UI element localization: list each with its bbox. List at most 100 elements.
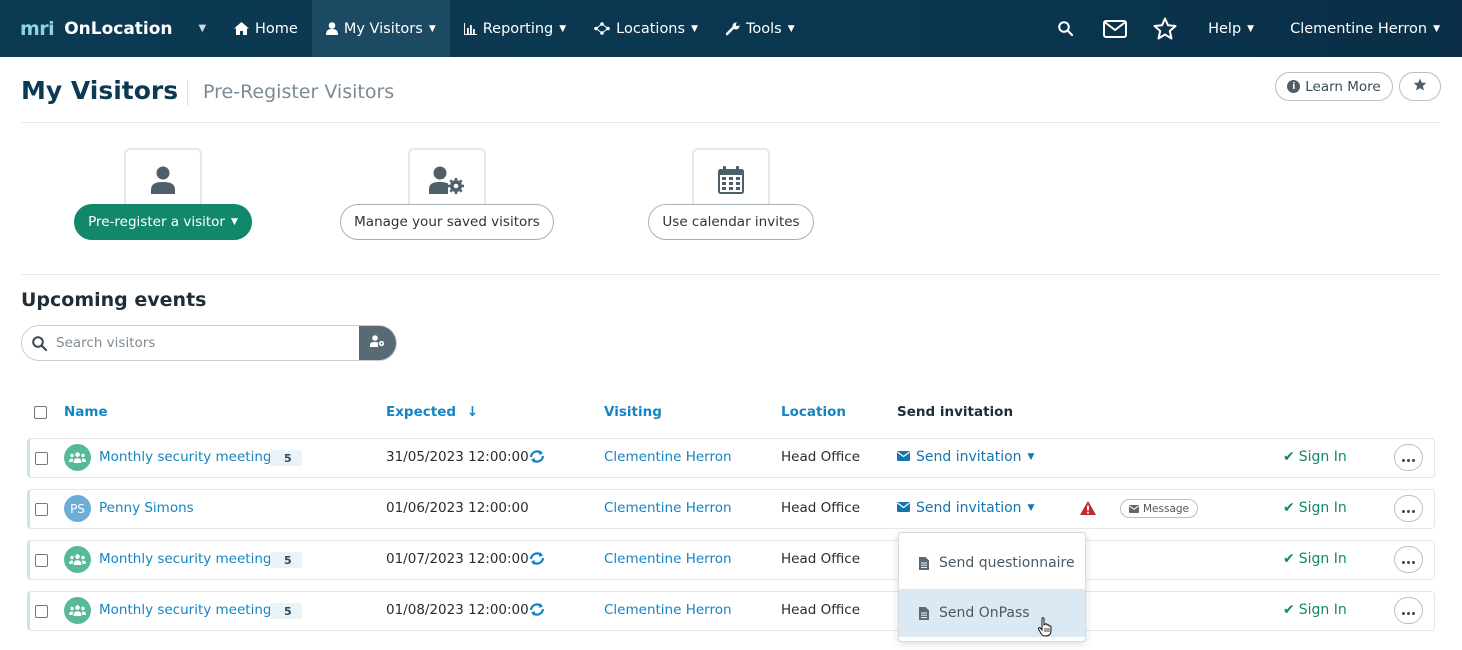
preregister-visitor-button[interactable]: Pre-register a visitor ▼ (74, 204, 252, 240)
nav-tools-label: Tools (745, 20, 782, 37)
sign-in-button[interactable]: ✔ Sign In (1283, 449, 1347, 465)
upcoming-events-heading: Upcoming events (21, 289, 207, 311)
visitor-name-link[interactable]: Monthly security meeting (99, 449, 271, 465)
menu-item-send-questionnaire[interactable]: Send questionnaire (899, 539, 1085, 587)
more-options-button[interactable] (1394, 546, 1423, 573)
search-visitors-input[interactable] (56, 326, 359, 360)
column-header-location[interactable]: Location (781, 404, 846, 420)
brand-menu[interactable]: mri OnLocation ▼ (0, 0, 220, 57)
location-cell: Head Office (781, 449, 860, 465)
location-cell: Head Office (781, 500, 860, 516)
caret-down-icon: ▼ (1247, 23, 1255, 34)
visiting-host-link[interactable]: Clementine Herron (604, 449, 732, 465)
sign-in-label: Sign In (1298, 602, 1347, 618)
visitor-name-link[interactable]: Penny Simons (99, 500, 194, 516)
favorite-button[interactable] (1399, 72, 1441, 101)
home-icon (234, 22, 249, 35)
user-icon (325, 22, 338, 35)
learn-more-button[interactable]: i Learn More (1275, 72, 1393, 101)
nav-right-group: Help ▼ Clementine Herron ▼ (1040, 0, 1462, 57)
attendee-count-badge: 5 (270, 552, 302, 568)
brand-name: OnLocation (64, 18, 173, 39)
visitor-name-link[interactable]: Monthly security meeting (99, 551, 271, 567)
nav-help[interactable]: Help ▼ (1190, 0, 1272, 57)
caret-down-icon: ▼ (691, 23, 698, 34)
nav-my-visitors[interactable]: My Visitors ▼ (311, 0, 450, 57)
bar-chart-icon (463, 22, 477, 35)
visiting-host-link[interactable]: Clementine Herron (604, 500, 732, 516)
search-icon (22, 326, 56, 360)
caret-down-icon: ▼ (428, 23, 436, 34)
section-divider (21, 274, 1440, 275)
column-header-send-invitation: Send invitation (897, 404, 1014, 420)
saved-visitors-search-button[interactable] (359, 326, 396, 360)
caret-down-icon: ▼ (559, 23, 567, 34)
ellipsis-icon (1402, 603, 1415, 619)
avatar: PS (64, 495, 91, 522)
use-calendar-invites-button[interactable]: Use calendar invites (648, 204, 814, 240)
location-cell: Head Office (781, 551, 860, 567)
column-header-visiting[interactable]: Visiting (604, 404, 662, 420)
manage-saved-card (408, 148, 486, 208)
network-icon (594, 22, 610, 35)
preregister-label: Pre-register a visitor (88, 214, 225, 230)
send-invitation-dropdown[interactable]: Send invitation ▼ (897, 449, 1034, 465)
column-header-expected[interactable]: Expected ↓ (386, 404, 478, 420)
visiting-host-link[interactable]: Clementine Herron (604, 602, 732, 618)
user-icon (151, 166, 175, 208)
sign-in-button[interactable]: ✔ Sign In (1283, 602, 1347, 618)
info-icon: i (1287, 80, 1301, 93)
visiting-host-link[interactable]: Clementine Herron (604, 551, 732, 567)
row-checkbox[interactable] (35, 503, 48, 516)
send-invitation-menu: Send questionnaire Send OnPass (898, 532, 1086, 642)
caret-down-icon: ▼ (787, 23, 795, 34)
manage-saved-visitors-button[interactable]: Manage your saved visitors (340, 204, 554, 240)
send-invitation-label: Send invitation (916, 449, 1022, 465)
attendee-count-badge: 5 (270, 450, 302, 466)
group-avatar (64, 546, 91, 573)
message-button[interactable]: Message (1120, 499, 1199, 518)
sign-in-button[interactable]: ✔ Sign In (1283, 500, 1347, 516)
page-title: My Visitors (21, 76, 179, 105)
envelope-icon[interactable] (1090, 0, 1140, 57)
check-icon: ✔ (1283, 551, 1295, 567)
document-icon (919, 606, 929, 620)
menu-item-send-onpass[interactable]: Send OnPass (899, 589, 1085, 637)
row-checkbox[interactable] (35, 605, 48, 618)
wrench-icon (725, 22, 740, 36)
send-invitation-label: Send invitation (916, 500, 1022, 516)
sign-in-button[interactable]: ✔ Sign In (1283, 551, 1347, 567)
hand-pointer-cursor-icon (1037, 617, 1053, 641)
nav-help-label: Help (1208, 20, 1242, 37)
expected-datetime: 01/06/2023 12:00:00 (386, 500, 529, 516)
star-icon[interactable] (1140, 0, 1190, 57)
send-questionnaire-label: Send questionnaire (939, 555, 1075, 571)
expected-datetime: 01/07/2023 12:00:00 (386, 551, 529, 567)
column-header-name[interactable]: Name (64, 404, 108, 420)
nav-locations-label: Locations (616, 20, 686, 37)
more-options-button[interactable] (1394, 495, 1423, 522)
caret-down-icon: ▼ (1027, 503, 1035, 513)
group-avatar (64, 597, 91, 624)
send-onpass-label: Send OnPass (939, 605, 1030, 621)
nav-tools[interactable]: Tools ▼ (712, 0, 809, 57)
user-menu[interactable]: Clementine Herron ▼ (1272, 0, 1462, 57)
more-options-button[interactable] (1394, 444, 1423, 471)
more-options-button[interactable] (1394, 597, 1423, 624)
group-avatar (64, 444, 91, 471)
nav-reporting[interactable]: Reporting ▼ (450, 0, 580, 57)
nav-locations[interactable]: Locations ▼ (580, 0, 712, 57)
search-box (21, 325, 397, 361)
row-checkbox[interactable] (35, 554, 48, 567)
recurring-icon (529, 552, 545, 569)
check-icon: ✔ (1283, 449, 1295, 465)
nav-home[interactable]: Home (220, 0, 312, 57)
warning-icon[interactable] (1080, 501, 1096, 519)
send-invitation-dropdown[interactable]: Send invitation ▼ (897, 500, 1034, 516)
select-all-checkbox[interactable] (34, 406, 47, 419)
page-subtitle: Pre-Register Visitors (203, 81, 395, 103)
expected-datetime: 01/08/2023 12:00:00 (386, 602, 529, 618)
visitor-name-link[interactable]: Monthly security meeting (99, 602, 271, 618)
row-checkbox[interactable] (35, 452, 48, 465)
search-icon[interactable] (1040, 0, 1090, 57)
